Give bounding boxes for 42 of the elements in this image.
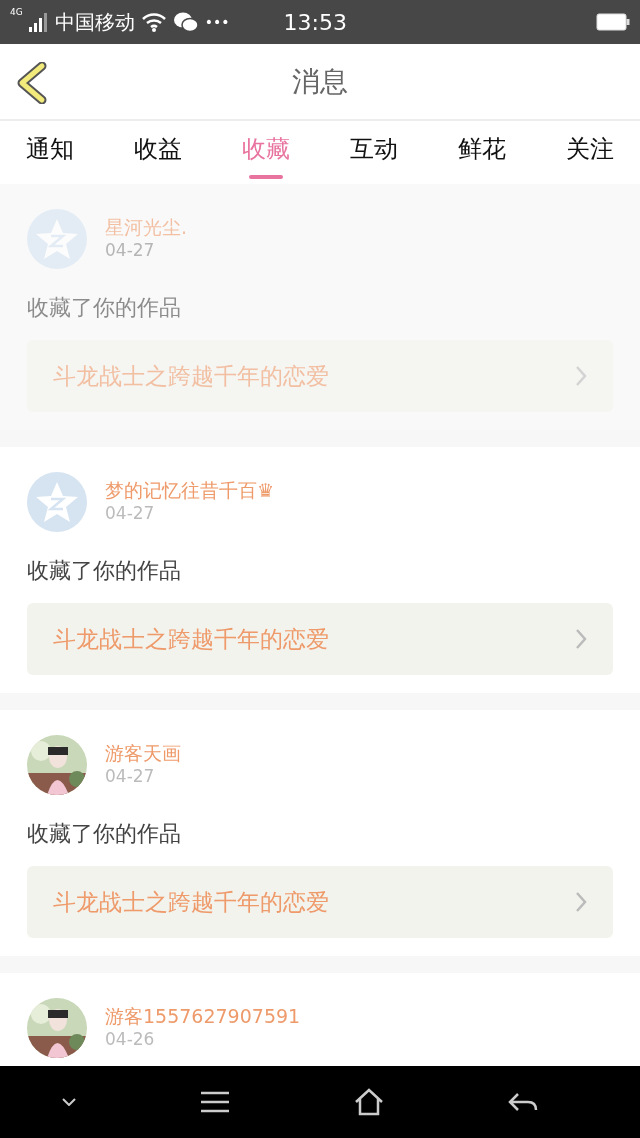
message-date: 04-27 xyxy=(105,239,156,263)
user-name[interactable]: 游客1557627907591 xyxy=(105,1003,301,1029)
collapse-button[interactable] xyxy=(62,1098,76,1106)
tab[interactable]: 收藏 xyxy=(242,121,290,184)
work-link[interactable]: 斗龙战士之跨越千年的恋爱 xyxy=(27,340,613,412)
tab[interactable]: 鲜花 xyxy=(458,121,506,184)
work-link[interactable]: 斗龙战士之跨越千年的恋爱 xyxy=(27,866,613,938)
chevron-right-icon xyxy=(575,365,587,387)
message-date: 04-26 xyxy=(105,1028,156,1052)
user-name[interactable]: 游客天画 xyxy=(105,740,181,766)
carrier-label: 中国移动 xyxy=(54,9,135,36)
message-date: 04-27 xyxy=(105,765,156,789)
user-name[interactable]: 梦的记忆往昔千百♛ xyxy=(105,477,275,503)
back-nav-button[interactable] xyxy=(508,1092,538,1112)
avatar-icon xyxy=(27,209,87,269)
battery-icon xyxy=(596,13,630,31)
menu-icon xyxy=(200,1091,230,1113)
network-label: 4G xyxy=(10,8,23,17)
chat-icon xyxy=(172,11,199,33)
message-text: 收藏了你的作品 xyxy=(27,820,182,848)
chevron-right-icon xyxy=(575,628,587,650)
user-name[interactable]: 星河光尘. xyxy=(105,214,188,240)
tab[interactable]: 收益 xyxy=(134,121,182,184)
tab[interactable]: 关注 xyxy=(566,121,614,184)
chevron-right-icon xyxy=(575,891,587,913)
message-text: 收藏了你的作品 xyxy=(27,294,182,322)
message-text: 收藏了你的作品 xyxy=(27,557,182,585)
return-icon xyxy=(508,1092,538,1112)
message-date: 04-27 xyxy=(105,502,156,526)
home-icon xyxy=(354,1088,384,1116)
page-title: 消息 xyxy=(292,63,348,100)
time-label: 13:53 xyxy=(283,8,347,37)
menu-button[interactable] xyxy=(200,1091,230,1113)
tab[interactable]: 互动 xyxy=(350,121,398,184)
tab[interactable]: 通知 xyxy=(26,121,74,184)
home-button[interactable] xyxy=(354,1088,384,1116)
avatar-icon xyxy=(27,472,87,532)
chevron-down-icon xyxy=(62,1098,76,1106)
wifi-icon xyxy=(140,12,167,32)
signal-icon xyxy=(28,11,49,33)
more-label: ••• xyxy=(204,12,230,32)
work-link[interactable]: 斗龙战士之跨越千年的恋爱 xyxy=(27,603,613,675)
